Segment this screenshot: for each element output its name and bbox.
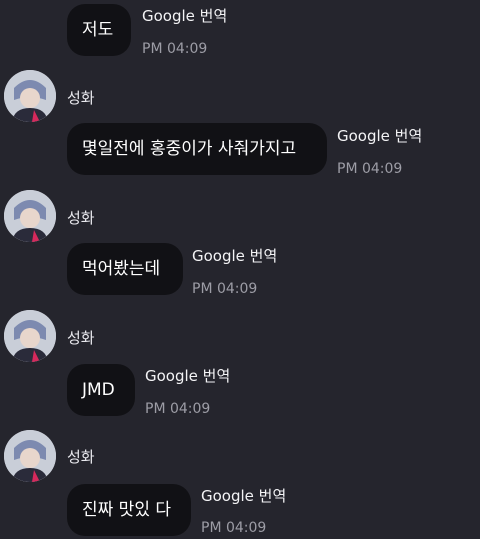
message-text: 진짜 맛있 다 [82, 500, 172, 520]
avatar-photo-icon [4, 70, 56, 122]
message-text: JMD [82, 380, 115, 400]
sender-name: 성화 [67, 209, 95, 227]
google-translate-link[interactable]: Google 번역 [142, 6, 227, 26]
avatar[interactable] [4, 190, 56, 242]
avatar[interactable] [4, 70, 56, 122]
sender-name: 성화 [67, 448, 95, 466]
message-text: 먹어봤는데 [82, 259, 161, 279]
message-bubble[interactable]: 몇일전에 홍중이가 사줘가지고 [67, 123, 327, 175]
message-time: PM 04:09 [201, 520, 267, 536]
message-time: PM 04:09 [142, 41, 208, 57]
message-bubble[interactable]: 먹어봤는데 [67, 243, 183, 295]
message-text: 몇일전에 홍중이가 사줘가지고 [82, 139, 297, 159]
message-time: PM 04:09 [145, 401, 211, 417]
google-translate-link[interactable]: Google 번역 [337, 126, 422, 146]
google-translate-link[interactable]: Google 번역 [145, 366, 230, 386]
message-time: PM 04:09 [192, 281, 258, 297]
chat-thread: 저도 Google 번역 PM 04:09 성화 몇일전에 홍중이가 사줘가지고… [0, 0, 480, 539]
avatar-photo-icon [4, 310, 56, 362]
google-translate-link[interactable]: Google 번역 [201, 486, 286, 506]
avatar-photo-icon [4, 430, 56, 482]
avatar[interactable] [4, 310, 56, 362]
message-bubble[interactable]: 진짜 맛있 다 [67, 484, 191, 536]
message-time: PM 04:09 [337, 161, 403, 177]
avatar[interactable] [4, 430, 56, 482]
sender-name: 성화 [67, 329, 95, 347]
message-bubble[interactable]: 저도 [67, 4, 131, 56]
avatar-photo-icon [4, 190, 56, 242]
sender-name: 성화 [67, 89, 95, 107]
google-translate-link[interactable]: Google 번역 [192, 246, 277, 266]
message-bubble[interactable]: JMD [67, 364, 135, 416]
message-text: 저도 [82, 20, 114, 40]
